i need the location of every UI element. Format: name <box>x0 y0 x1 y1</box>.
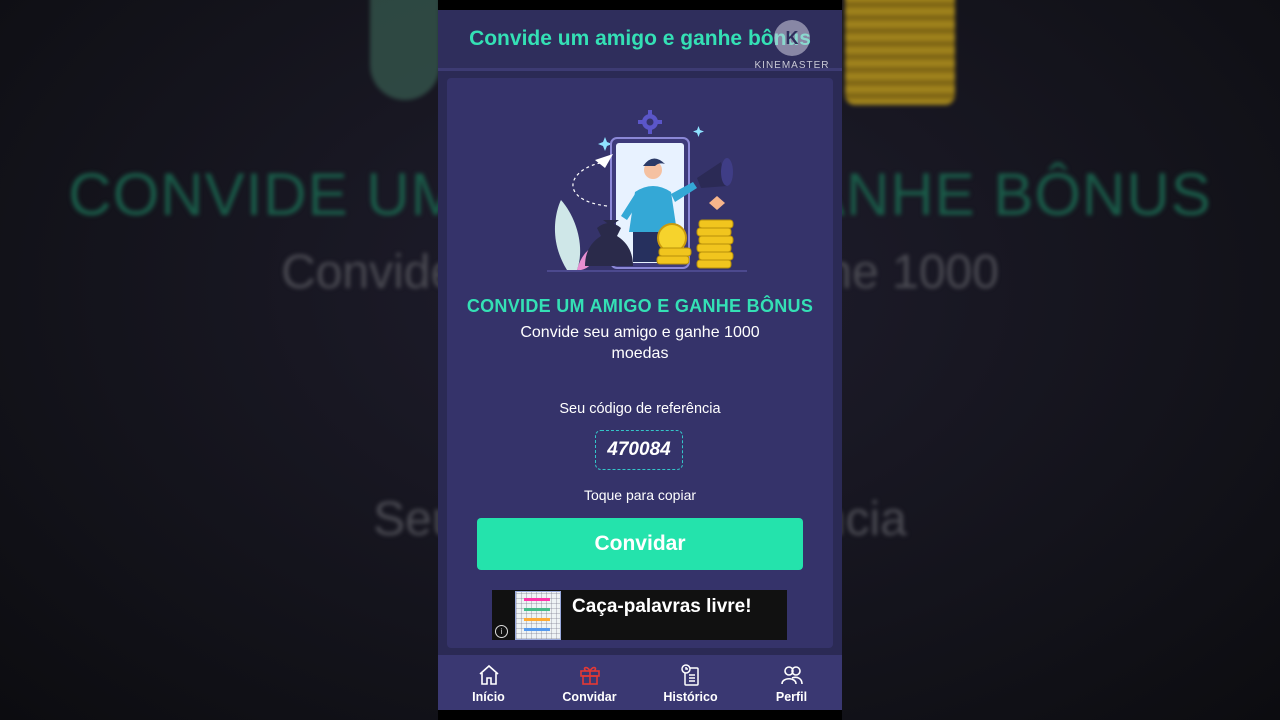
invite-subtitle: Convide seu amigo e ganhe 1000 moedas <box>520 324 760 362</box>
kinemaster-logo-icon: K <box>774 20 810 56</box>
kinemaster-watermark: K KINEMASTER <box>755 20 829 76</box>
referral-code-label: Seu código de referência <box>559 401 721 417</box>
nav-label: Histórico <box>663 690 718 704</box>
backdrop-coins-decoration <box>845 0 955 105</box>
info-icon[interactable]: i <box>495 625 508 638</box>
nav-label: Convidar <box>562 690 617 704</box>
bottom-letterbox <box>438 710 842 720</box>
bottom-navigation: Início Convidar Histórico Perfil <box>438 655 842 710</box>
invite-heading: CONVIDE UM AMIGO E GANHE BÔNUS <box>466 296 814 316</box>
ad-banner[interactable]: Caça-palavras livre! i <box>492 590 787 640</box>
invite-button[interactable]: Convidar <box>477 518 803 570</box>
invite-card: CONVIDE UM AMIGO E GANHE BÔNUS Convide s… <box>447 78 833 648</box>
gift-icon <box>579 666 600 685</box>
referral-code[interactable]: 470084 <box>595 430 683 470</box>
ad-word-search-thumbnail <box>515 591 561 640</box>
invite-illustration <box>547 110 747 272</box>
page-title: Convide um amigo e ganhe bônus <box>469 27 811 50</box>
top-letterbox <box>438 0 842 10</box>
home-icon <box>478 664 499 685</box>
phone-screen: Convide um amigo e ganhe bônus K KINEMAS… <box>438 0 842 720</box>
nav-item-convidar[interactable]: Convidar <box>539 655 640 710</box>
gear-icon <box>638 110 662 134</box>
nav-item-perfil[interactable]: Perfil <box>741 655 842 710</box>
watermark-text: KINEMASTER <box>754 60 830 71</box>
history-icon <box>680 664 699 686</box>
nav-item-inicio[interactable]: Início <box>438 655 539 710</box>
backdrop-leaf-decoration <box>370 0 440 100</box>
ad-text: Caça-palavras livre! <box>572 596 752 617</box>
nav-item-historico[interactable]: Histórico <box>640 655 741 710</box>
nav-label: Perfil <box>775 690 808 704</box>
profile-icon <box>780 666 803 685</box>
copy-hint: Toque para copiar <box>583 487 697 503</box>
nav-label: Início <box>472 690 505 704</box>
